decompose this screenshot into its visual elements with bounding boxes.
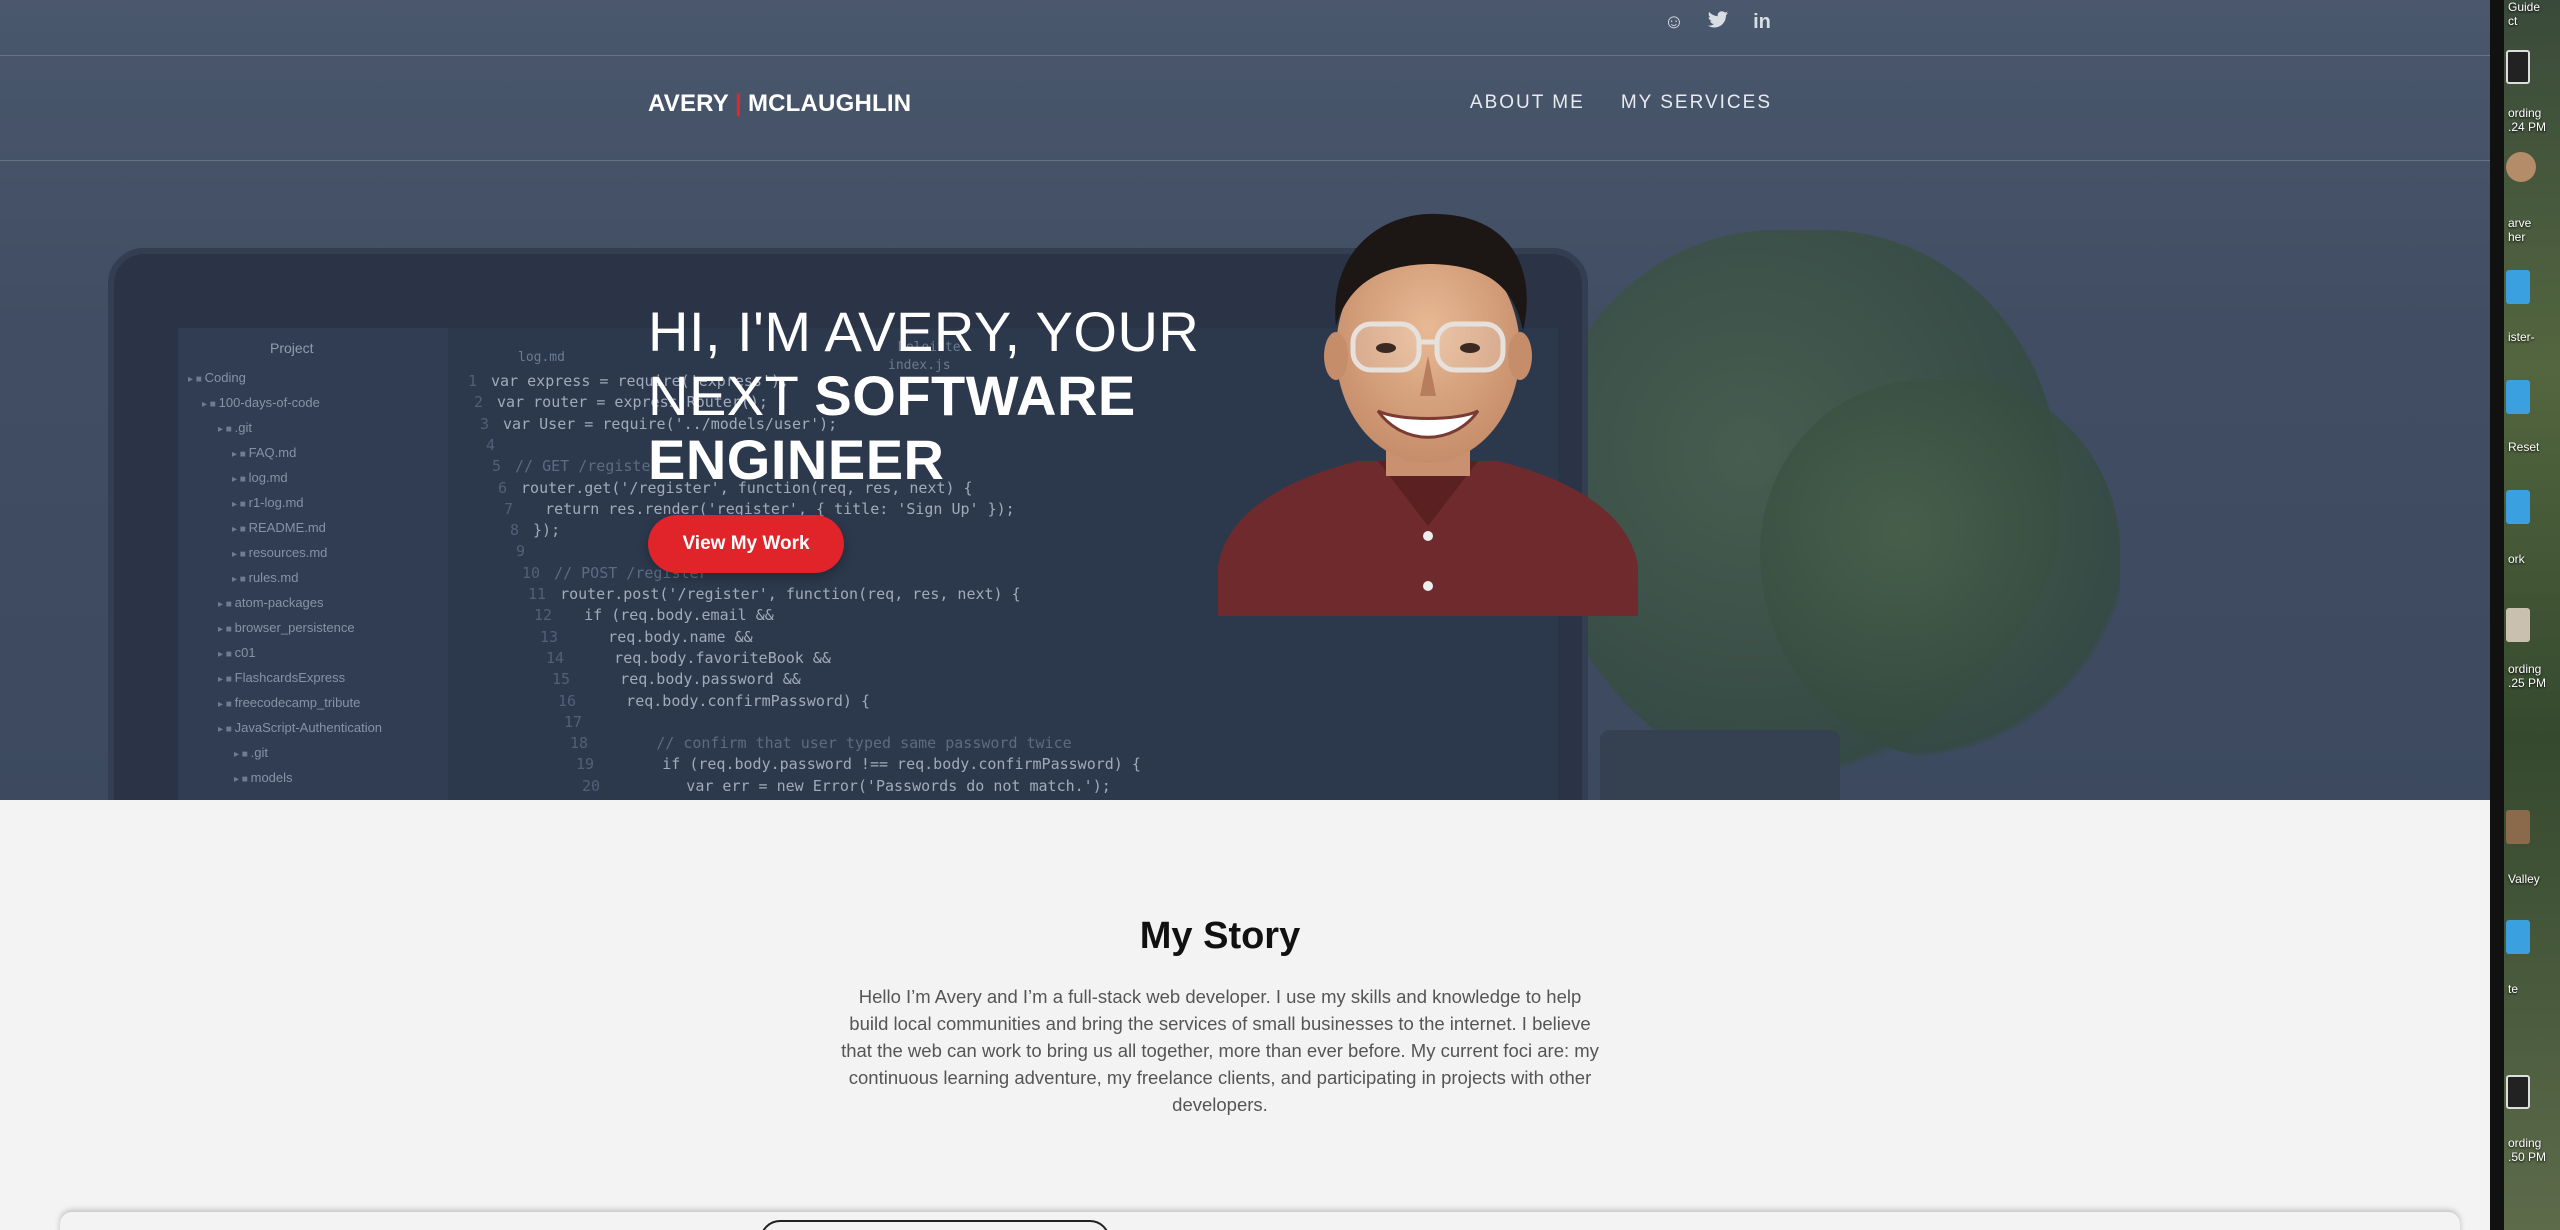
twitter-icon[interactable] — [1706, 10, 1730, 34]
desktop-icon-label: Guide ct — [2508, 0, 2541, 28]
brand-first-name: AVERY — [648, 90, 730, 117]
social-links: ☺ in — [1662, 10, 1774, 34]
nav-links: ABOUT ME MY SERVICES — [1470, 92, 1772, 114]
brand-separator: | — [735, 90, 742, 117]
story-title: My Story — [1139, 915, 1301, 957]
desktop-icon-label: ister- — [2508, 330, 2535, 344]
nav-link-my-services[interactable]: MY SERVICES — [1621, 92, 1772, 114]
desktop-file-icon[interactable] — [2506, 810, 2530, 844]
browser-viewport: Project Coding 100-days-of-code .git FAQ… — [0, 0, 2490, 1230]
desktop-file-icon[interactable] — [2506, 270, 2530, 304]
brand-last-name: MCLAUGHLIN — [747, 90, 912, 117]
story-paragraph: Hello I’m Avery and I’m a full-stack web… — [841, 986, 1599, 1115]
top-social-bar: ☺ in — [0, 0, 2490, 56]
headline-line-2-bold: SOFTWARE — [814, 364, 1136, 427]
next-section-card — [60, 1212, 2460, 1230]
main-nav: AVERY | MCLAUGHLIN ABOUT ME MY SERVICES — [0, 56, 2490, 161]
desktop-icon-label: ording .50 PM — [2508, 1136, 2547, 1164]
github-icon[interactable]: ☺ — [1662, 10, 1686, 34]
headline-line-1: HI, I'M AVERY, YOUR — [648, 300, 1200, 363]
desktop-file-icon[interactable] — [2506, 490, 2530, 524]
desktop-file-icon[interactable] — [2506, 608, 2530, 642]
headline-line-3-bold: ENGINEER — [648, 428, 945, 491]
desktop-icon-label: Valley — [2508, 872, 2540, 886]
desktop-file-icon[interactable] — [2506, 920, 2530, 954]
desktop-icon-label: te — [2508, 982, 2519, 996]
desktop-icon-label: ork — [2508, 552, 2525, 566]
linkedin-icon[interactable]: in — [1750, 10, 1774, 34]
hero-section: Project Coding 100-days-of-code .git FAQ… — [0, 0, 2490, 800]
desktop-icon-label: arve her — [2508, 216, 2532, 244]
profile-portrait — [1218, 213, 1638, 616]
desktop-file-icon[interactable] — [2506, 50, 2530, 84]
desktop-file-icon[interactable] — [2506, 380, 2530, 414]
nav-link-about-me[interactable]: ABOUT ME — [1470, 92, 1585, 114]
desktop-icon-label: Reset — [2508, 440, 2540, 454]
hero-headline: HI, I'M AVERY, YOUR NEXT SOFTWARE ENGINE… — [648, 300, 1199, 492]
desktop-file-icon[interactable] — [2506, 1075, 2530, 1109]
desktop-file-icon[interactable] — [2506, 152, 2536, 182]
next-section-pill — [760, 1220, 1110, 1230]
view-my-work-button[interactable]: View My Work — [648, 515, 844, 573]
headline-line-2-light: NEXT — [648, 364, 799, 427]
desktop-icon-label: ording .25 PM — [2508, 662, 2547, 690]
brand-logo[interactable]: AVERY | MCLAUGHLIN — [648, 90, 911, 118]
desktop-icon-label: ording .24 PM — [2508, 106, 2547, 134]
